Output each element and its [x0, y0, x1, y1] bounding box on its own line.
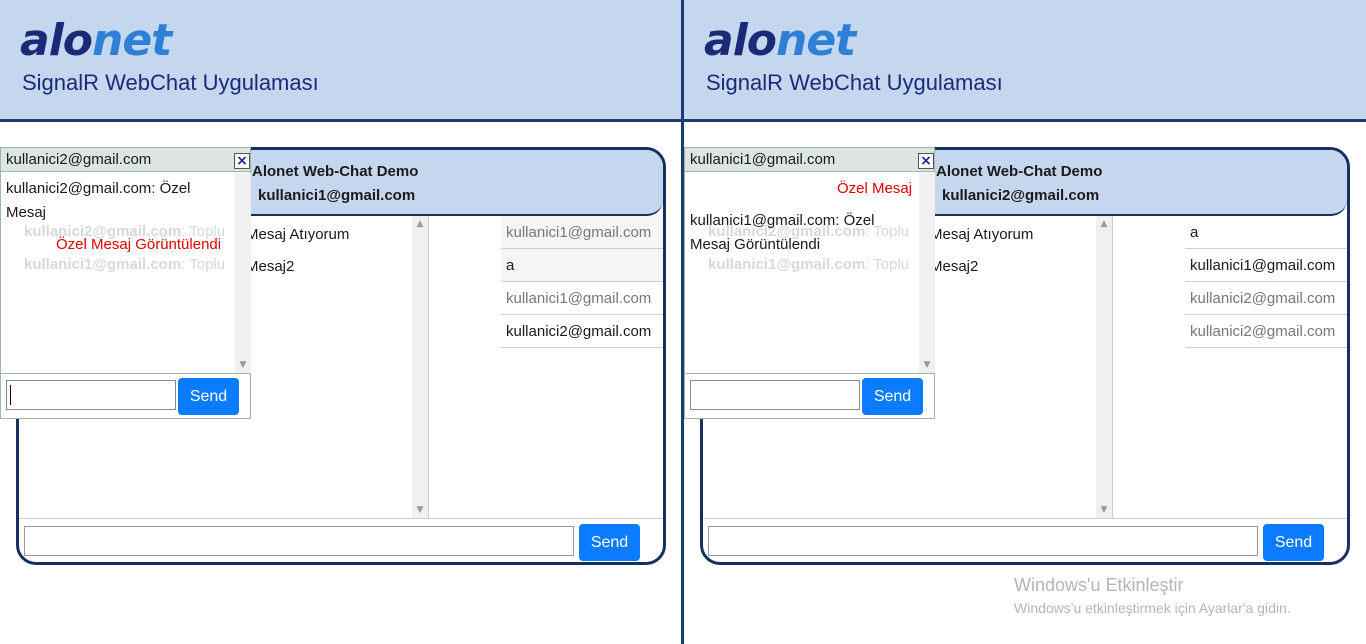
user-item[interactable]: kullanici2@gmail.com: [1185, 315, 1347, 348]
popup-user: kullanici2@gmail.com: [6, 151, 152, 168]
activation-watermark-title: Windows'u Etkinleştir: [1014, 575, 1184, 595]
popup-scrollbar[interactable]: ▼: [235, 173, 251, 373]
popup-input-bar: Send: [1, 373, 251, 419]
popup-scrollbar[interactable]: ▼: [919, 173, 935, 373]
page-header: alonet SignalR WebChat Uygulaması: [684, 0, 1366, 122]
private-message: Mesaj: [6, 204, 47, 221]
scroll-down-icon[interactable]: ▼: [235, 357, 251, 373]
chat-input-bar: Send: [19, 518, 663, 562]
user-list: a kullanici1@gmail.com kullanici2@gmail.…: [1185, 216, 1347, 518]
current-user: kullanici1@gmail.com: [258, 187, 416, 204]
user-item[interactable]: kullanici1@gmail.com: [501, 282, 663, 315]
user-item[interactable]: a: [501, 249, 663, 282]
alonet-logo: alonet: [704, 15, 856, 66]
user-item[interactable]: kullanici2@gmail.com: [1185, 282, 1347, 315]
list-item: Mesaj2: [246, 258, 295, 275]
send-button[interactable]: Send: [579, 524, 640, 561]
popup-user: kullanici1@gmail.com: [690, 151, 836, 168]
private-message-input[interactable]: [6, 380, 176, 410]
scrollbar[interactable]: ▲ ▼: [412, 216, 428, 518]
browser-window-right: alonet SignalR WebChat Uygulaması Alonet…: [683, 0, 1366, 644]
popup-header: kullanici2@gmail.com ×: [1, 148, 250, 172]
popup-messages[interactable]: kullanici2@gmail.com: Özel Mesaj kullani…: [1, 173, 251, 373]
popup-input-bar: Send: [685, 373, 935, 419]
popup-messages[interactable]: Özel Mesaj kullanici2@gmail.com: Toplu k…: [685, 173, 935, 373]
browser-window-left: alonet SignalR WebChat Uygulaması Alonet…: [0, 0, 683, 644]
chat-title: Alonet Web-Chat Demo: [936, 163, 1103, 180]
user-list: kullanici1@gmail.com a kullanici1@gmail.…: [501, 216, 663, 518]
scrollbar[interactable]: ▲ ▼: [1096, 216, 1112, 518]
app-title: SignalR WebChat Uygulaması: [706, 70, 1003, 95]
alonet-logo: alonet: [20, 15, 172, 66]
private-chat-popup: kullanici2@gmail.com × kullanici2@gmail.…: [0, 147, 251, 419]
list-item: Mesaj Atıyorum: [930, 226, 1034, 243]
message-input[interactable]: [708, 526, 1258, 556]
page-header: alonet SignalR WebChat Uygulaması: [0, 0, 681, 122]
user-item[interactable]: kullanici2@gmail.com: [501, 315, 663, 348]
scroll-up-icon[interactable]: ▲: [412, 216, 428, 232]
private-message-input[interactable]: [690, 380, 860, 410]
chat-input-bar: Send: [703, 518, 1347, 562]
private-send-button[interactable]: Send: [862, 378, 923, 415]
private-message: Mesaj Görüntülendi: [690, 236, 821, 253]
chat-title: Alonet Web-Chat Demo: [252, 163, 419, 180]
private-chat-popup: kullanici1@gmail.com × Özel Mesaj kullan…: [684, 147, 935, 419]
read-notice: Özel Mesaj Görüntülendi: [56, 236, 222, 253]
scroll-up-icon[interactable]: ▲: [1096, 216, 1112, 232]
private-message: kullanici1@gmail.com: Özel: [690, 212, 875, 229]
close-icon[interactable]: ×: [918, 153, 934, 169]
scroll-down-icon[interactable]: ▼: [919, 357, 935, 373]
send-button[interactable]: Send: [1263, 524, 1324, 561]
user-item[interactable]: a: [1185, 216, 1347, 249]
close-icon[interactable]: ×: [234, 153, 250, 169]
list-item: Mesaj Atıyorum: [246, 226, 350, 243]
popup-header: kullanici1@gmail.com ×: [685, 148, 934, 172]
private-message: kullanici2@gmail.com: Özel: [6, 180, 191, 197]
scroll-down-icon[interactable]: ▼: [412, 502, 428, 518]
current-user: kullanici2@gmail.com: [942, 187, 1100, 204]
scroll-down-icon[interactable]: ▼: [1096, 502, 1112, 518]
user-item[interactable]: kullanici1@gmail.com: [1185, 249, 1347, 282]
faded-message: kullanici1@gmail.com: Toplu: [708, 256, 910, 273]
user-item[interactable]: kullanici1@gmail.com: [501, 216, 663, 249]
app-title: SignalR WebChat Uygulaması: [22, 70, 319, 95]
activation-watermark-subtitle: Windows'u etkinleştirmek için Ayarlar'a …: [1014, 600, 1291, 616]
list-item: Mesaj2: [930, 258, 979, 275]
sent-private-message: Özel Mesaj: [837, 180, 913, 197]
message-input[interactable]: [24, 526, 574, 556]
private-send-button[interactable]: Send: [178, 378, 239, 415]
faded-message: kullanici1@gmail.com: Toplu: [24, 256, 226, 273]
